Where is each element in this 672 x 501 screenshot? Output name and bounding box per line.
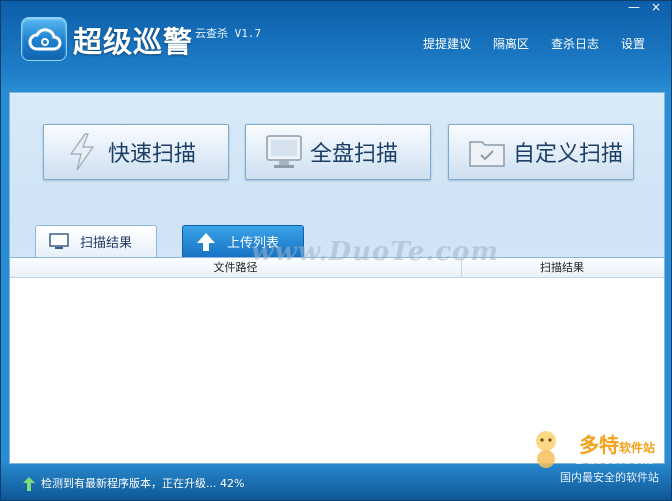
app-window: 超级巡警 云查杀 V1.7 — × 提提建议 隔离区 查杀日志 设置 快速扫描 bbox=[0, 0, 672, 501]
quick-scan-label: 快速扫描 bbox=[108, 142, 197, 167]
app-title: 超级巡警 bbox=[73, 25, 194, 59]
top-nav: 提提建议 隔离区 查杀日志 设置 bbox=[423, 35, 645, 52]
minimize-button[interactable]: — bbox=[627, 1, 641, 13]
duote-brand: 多特软件站 DuoTe.Com 国内最安全的软件站 bbox=[523, 425, 663, 491]
nav-suggestions[interactable]: 提提建议 bbox=[423, 35, 471, 52]
nav-scan-log[interactable]: 查杀日志 bbox=[551, 35, 599, 52]
main-panel: 快速扫描 全盘扫描 自定义扫描 扫描结果 上传列表 文件路径 扫描结果 bbox=[9, 92, 665, 464]
mascot-icon bbox=[531, 429, 561, 469]
lightning-icon bbox=[62, 132, 102, 172]
upload-arrow-icon bbox=[195, 232, 217, 252]
status-bar: 检测到有最新程序版本，正在升级... 42% bbox=[23, 475, 244, 491]
brand-slogan: 国内最安全的软件站 bbox=[560, 471, 659, 484]
folder-icon bbox=[467, 132, 507, 172]
full-scan-label: 全盘扫描 bbox=[310, 142, 399, 167]
update-arrow-icon bbox=[23, 476, 35, 491]
close-button[interactable]: × bbox=[649, 1, 663, 13]
status-text: 检测到有最新程序版本，正在升级... 42% bbox=[41, 477, 245, 490]
nav-quarantine[interactable]: 隔离区 bbox=[493, 35, 529, 52]
custom-scan-label: 自定义扫描 bbox=[513, 142, 624, 167]
window-controls: — × bbox=[627, 1, 663, 13]
watermark: www.DuoTe.com bbox=[251, 237, 500, 267]
quick-scan-button[interactable]: 快速扫描 bbox=[43, 124, 229, 180]
monitor-icon bbox=[264, 132, 304, 172]
custom-scan-button[interactable]: 自定义扫描 bbox=[448, 124, 634, 180]
full-scan-button[interactable]: 全盘扫描 bbox=[245, 124, 431, 180]
tab-scan-results[interactable]: 扫描结果 bbox=[35, 225, 157, 257]
monitor-icon bbox=[48, 232, 70, 252]
cloud-logo-icon bbox=[21, 17, 67, 61]
brand-url: DuoTe.Com bbox=[576, 453, 653, 467]
app-version: 云查杀 V1.7 bbox=[195, 27, 262, 40]
tab-scan-results-label: 扫描结果 bbox=[80, 236, 133, 251]
nav-settings[interactable]: 设置 bbox=[621, 35, 645, 52]
title-bar: 超级巡警 云查杀 V1.7 — × 提提建议 隔离区 查杀日志 设置 bbox=[1, 1, 671, 89]
